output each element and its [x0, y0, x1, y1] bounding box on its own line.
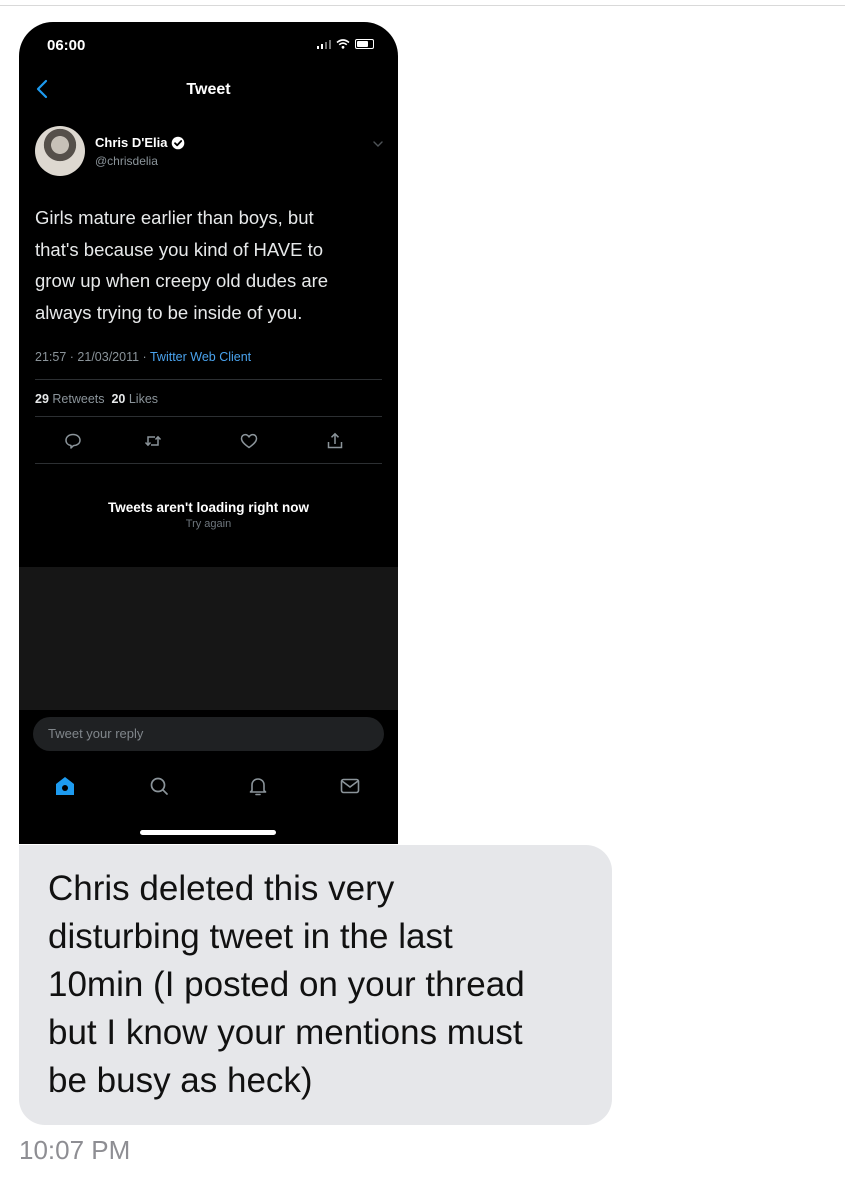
tweet-screenshot: 06:00 Tweet Chris D'Elia @chrisdelia Gir…: [19, 22, 398, 844]
empty-replies-area: [19, 567, 398, 710]
page-title: Tweet: [186, 81, 231, 98]
message-text-line: disturbing tweet in the last: [48, 917, 453, 956]
author-handle[interactable]: @chrisdelia: [95, 154, 158, 168]
status-time: 06:00: [47, 37, 86, 54]
tweet-stats: 29 Retweets 20 Likes: [35, 392, 158, 406]
avatar[interactable]: [35, 126, 85, 176]
reply-icon[interactable]: [63, 431, 83, 451]
message-text-line: 10min (I posted on your thread: [48, 965, 525, 1004]
tweet-source-link[interactable]: Twitter Web Client: [150, 350, 251, 364]
tweet-text-line: Girls mature earlier than boys, but: [35, 207, 314, 228]
likes-label: Likes: [128, 392, 159, 406]
author-row: Chris D'Elia: [95, 135, 185, 150]
tweet-text-line: that's because you kind of HAVE to: [35, 238, 324, 260]
tweet-meta: 21:57 · 21/03/2011 · Twitter Web Client: [35, 350, 251, 364]
reply-input[interactable]: Tweet your reply: [33, 717, 384, 751]
search-icon[interactable]: [147, 774, 171, 798]
divider: [35, 463, 382, 464]
verified-badge-icon: [172, 136, 185, 149]
message-timestamp: 10:07 PM: [19, 1135, 131, 1165]
meta-separator: ·: [142, 350, 147, 364]
retweets-stat[interactable]: 29 Retweets: [35, 392, 105, 406]
tweet-body: Girls mature earlier than boys, but that…: [35, 202, 385, 328]
retweets-label: Retweets: [52, 392, 105, 406]
tweet-time: 21:57: [35, 350, 67, 364]
tweet-text-line: always trying to be inside of you.: [35, 301, 303, 323]
home-indicator: [140, 830, 276, 835]
meta-separator: ·: [69, 350, 74, 364]
message-text-line: but I know your mentions must: [48, 1013, 523, 1052]
likes-count: 20: [111, 392, 126, 406]
message-text-line: be busy as heck): [48, 1061, 313, 1100]
author-name[interactable]: Chris D'Elia: [95, 135, 167, 150]
message-text-line: Chris deleted this very: [48, 869, 395, 908]
wifi-icon: [336, 39, 350, 49]
like-icon[interactable]: [239, 431, 259, 451]
retweet-icon[interactable]: [143, 431, 163, 451]
home-icon[interactable]: [53, 774, 77, 798]
replies-error-message: Tweets aren't loading right now: [108, 500, 309, 515]
likes-stat[interactable]: 20 Likes: [111, 392, 158, 406]
tweet-date: 21/03/2011: [77, 350, 140, 364]
divider: [35, 416, 382, 417]
battery-icon: [355, 39, 374, 49]
notifications-icon[interactable]: [246, 774, 270, 798]
tweet-text-line: grow up when creepy old dudes are: [35, 270, 329, 291]
status-icons: [316, 39, 374, 49]
top-divider: [0, 5, 845, 6]
chevron-down-icon[interactable]: [372, 138, 384, 150]
signal-icon: [316, 39, 331, 49]
share-icon[interactable]: [325, 431, 345, 451]
divider: [35, 379, 382, 380]
try-again-link[interactable]: Try again: [19, 518, 398, 530]
messages-icon[interactable]: [338, 774, 362, 798]
retweets-count: 29: [35, 392, 49, 406]
message-bubble[interactable]: Chris deleted this very disturbing tweet…: [19, 845, 612, 1125]
